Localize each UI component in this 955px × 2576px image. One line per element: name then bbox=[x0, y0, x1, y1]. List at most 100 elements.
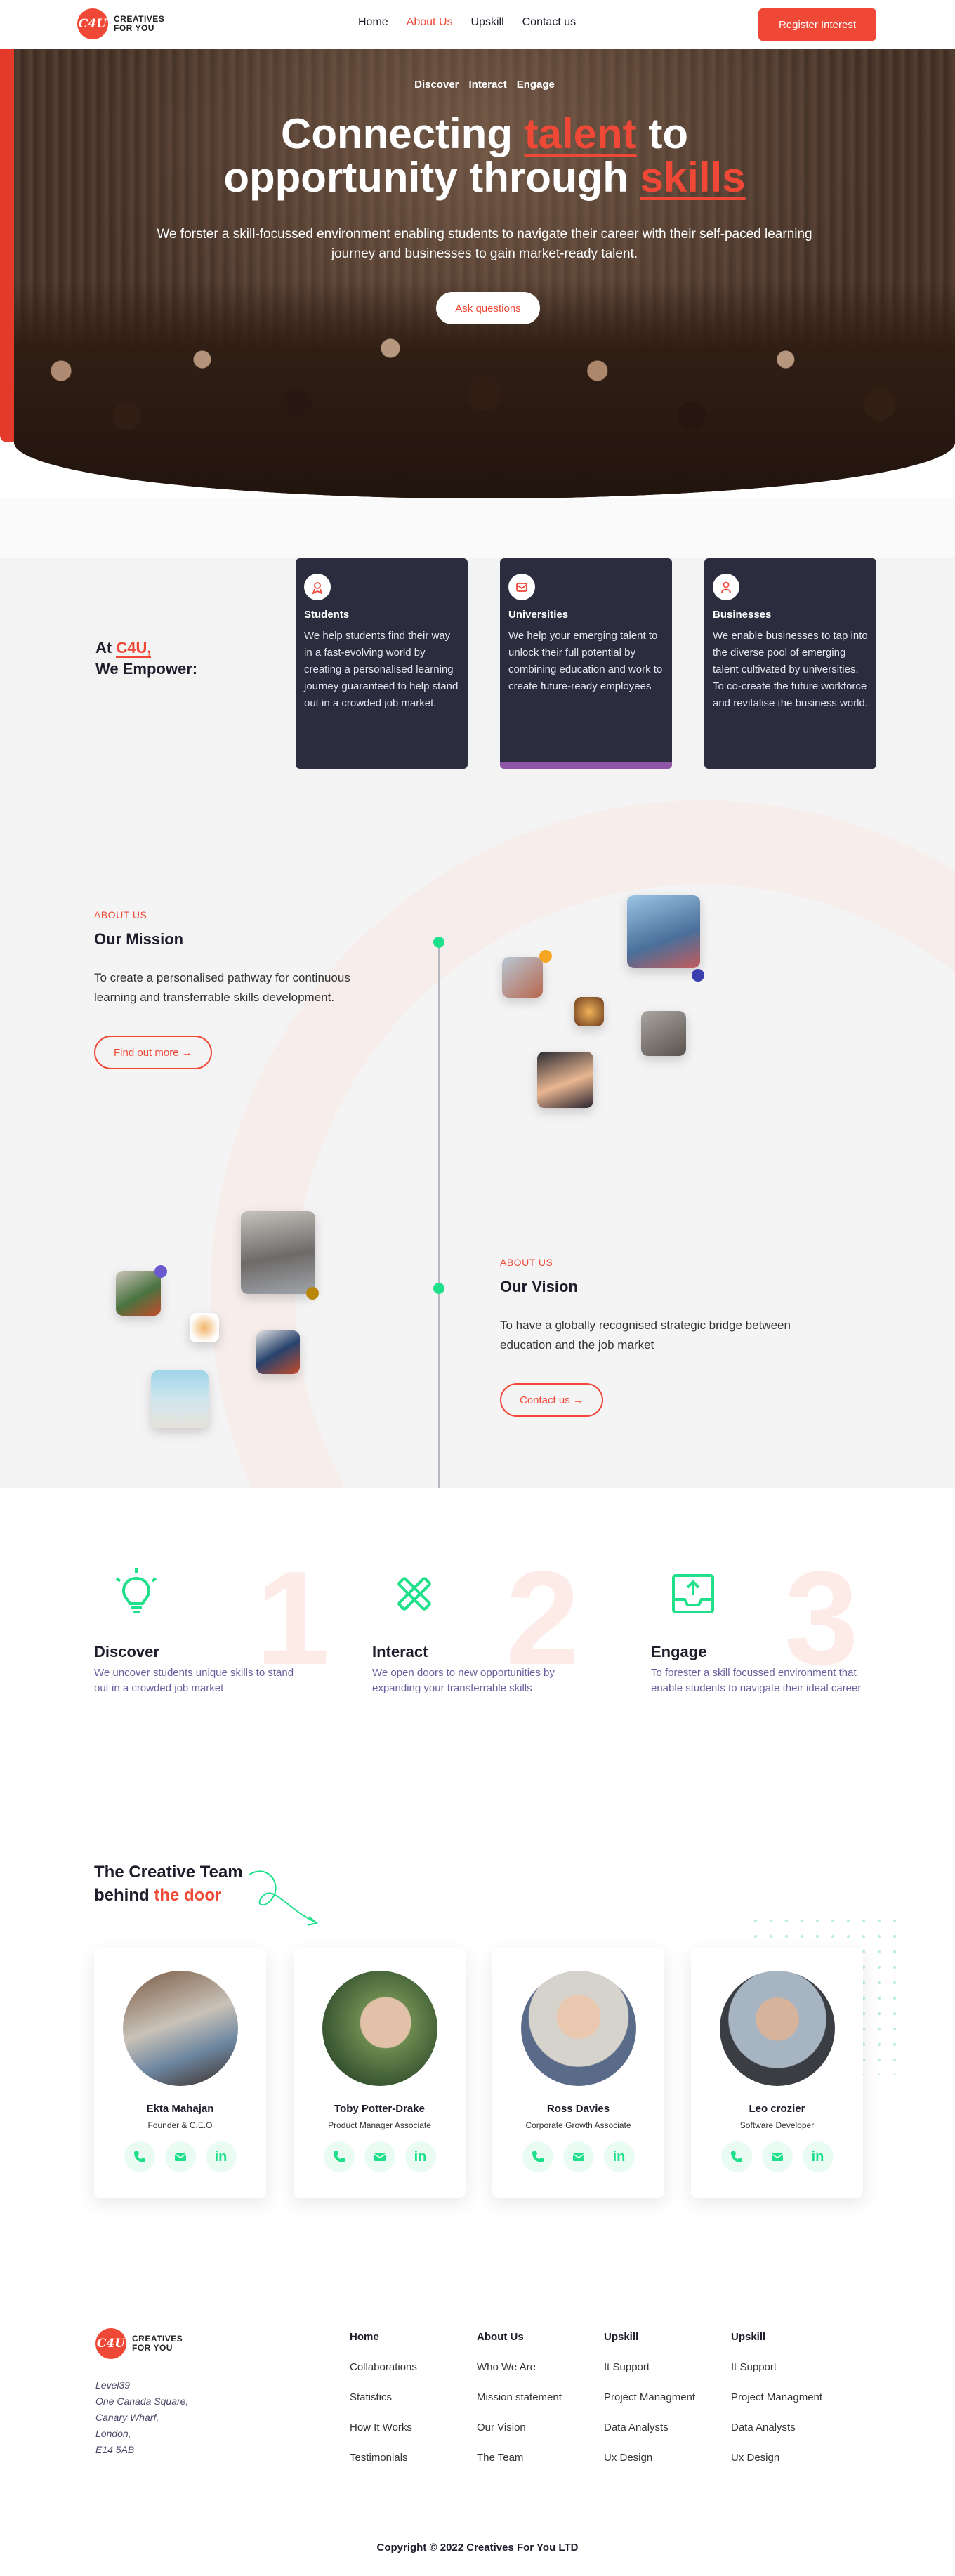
user-icon bbox=[713, 574, 739, 600]
linkedin-icon[interactable]: in bbox=[603, 2141, 635, 2172]
empower-card-text: We help students find their way in a fas… bbox=[304, 630, 459, 709]
page: C4U CREATIVES FOR YOU Home About Us Upsk… bbox=[0, 0, 955, 2576]
hero-highlight-skills: skills bbox=[640, 154, 746, 201]
footer-link[interactable]: Data Analysts bbox=[604, 2422, 695, 2433]
nav-link-contact-us[interactable]: Contact us bbox=[522, 16, 576, 29]
nav-link-home[interactable]: Home bbox=[358, 16, 388, 29]
empower-card-universities[interactable]: Universities We help your emerging talen… bbox=[500, 558, 672, 769]
linkedin-icon[interactable]: in bbox=[205, 2141, 237, 2172]
phone-icon[interactable] bbox=[522, 2141, 553, 2172]
mission-block: ABOUT US Our Mission To create a persona… bbox=[94, 909, 389, 1069]
lights-photo bbox=[574, 997, 604, 1026]
footer-column-home: Home Collaborations Statistics How It Wo… bbox=[350, 2331, 417, 2464]
footer-link[interactable]: It Support bbox=[731, 2361, 822, 2373]
footer-link[interactable]: Mission statement bbox=[477, 2391, 562, 2403]
hero-title: Connecting talent to opportunity through… bbox=[223, 110, 746, 201]
squiggle-arrow-icon bbox=[249, 1870, 319, 1926]
hero-tag-discover: Discover bbox=[414, 79, 459, 91]
nav-link-upskill[interactable]: Upskill bbox=[471, 16, 504, 29]
mail-icon[interactable] bbox=[761, 2141, 793, 2172]
mail-icon[interactable] bbox=[364, 2141, 395, 2172]
step-title: Engage bbox=[651, 1643, 707, 1660]
logo[interactable]: C4U CREATIVES FOR YOU bbox=[77, 8, 164, 39]
step-text: To forester a skill focussed environment… bbox=[651, 1667, 862, 1694]
hero-highlight-talent: talent bbox=[524, 110, 637, 157]
vision-text: To have a globally recognised strategic … bbox=[500, 1319, 791, 1352]
friends-photo bbox=[502, 957, 543, 998]
footer-link[interactable]: Collaborations bbox=[350, 2361, 417, 2373]
tools-icon bbox=[386, 1566, 442, 1622]
ask-questions-button[interactable]: Ask questions bbox=[436, 292, 540, 324]
footer-link[interactable]: Ux Design bbox=[731, 2452, 822, 2464]
steps-section: 1 Discover We uncover students unique sk… bbox=[0, 1488, 955, 1769]
nav-links: Home About Us Upskill Contact us bbox=[358, 16, 576, 29]
team-member-name: Leo crozier bbox=[749, 2103, 805, 2115]
empower-card-title: Businesses bbox=[713, 609, 772, 621]
coffee-photo bbox=[190, 1313, 219, 1342]
step-title: Interact bbox=[372, 1643, 428, 1660]
footer-link[interactable]: Who We Are bbox=[477, 2361, 562, 2373]
hero-tag-engage: Engage bbox=[516, 79, 555, 91]
hero-tags: Discover Interact Engage bbox=[14, 79, 955, 91]
vision-eyebrow: ABOUT US bbox=[500, 1257, 553, 1268]
team-card: Leo crozier Software Developer in bbox=[691, 1948, 863, 2198]
footer-link[interactable]: It Support bbox=[604, 2361, 695, 2373]
linkedin-icon[interactable]: in bbox=[404, 2141, 436, 2172]
footer-column-upskill: Upskill It Support Project Managment Dat… bbox=[604, 2331, 695, 2464]
timeline-line bbox=[438, 942, 440, 1488]
footer-link[interactable]: Statistics bbox=[350, 2391, 417, 2403]
footer-logo[interactable]: C4U CREATIVES FOR YOU bbox=[96, 2328, 183, 2359]
contact-us-button[interactable]: Contact us → bbox=[500, 1383, 603, 1417]
mission-eyebrow: ABOUT US bbox=[94, 909, 147, 920]
find-out-more-button[interactable]: Find out more → bbox=[94, 1036, 212, 1069]
footer-link[interactable]: The Team bbox=[477, 2452, 562, 2464]
timeline-dot bbox=[433, 1283, 444, 1294]
mail-icon bbox=[508, 574, 535, 600]
mission-text: To create a personalised pathway for con… bbox=[94, 971, 350, 1004]
empower-card-businesses[interactable]: Businesses We enable businesses to tap i… bbox=[704, 558, 876, 769]
footer-column-title: Upskill bbox=[604, 2331, 639, 2343]
top-nav: C4U CREATIVES FOR YOU Home About Us Upsk… bbox=[0, 0, 955, 49]
step-text: We open doors to new opportunities by ex… bbox=[372, 1667, 555, 1694]
phone-icon[interactable] bbox=[124, 2141, 155, 2172]
empower-card-title: Students bbox=[304, 609, 350, 621]
step-engage: 3 Engage To forester a skill focussed en… bbox=[651, 1552, 862, 1696]
team-member-name: Ekta Mahajan bbox=[146, 2103, 214, 2115]
footer-link[interactable]: Ux Design bbox=[604, 2452, 695, 2464]
bridge-photo bbox=[241, 1211, 315, 1294]
timeline-dot bbox=[433, 937, 444, 948]
footer-column-title: About Us bbox=[477, 2331, 524, 2343]
mail-icon[interactable] bbox=[562, 2141, 594, 2172]
linkedin-icon[interactable]: in bbox=[802, 2141, 834, 2172]
phone-icon[interactable] bbox=[720, 2141, 752, 2172]
hero-tag-interact: Interact bbox=[468, 79, 507, 91]
graduate-photo bbox=[537, 1052, 593, 1108]
empower-card-title: Universities bbox=[508, 609, 569, 621]
footer-column-title: Upskill bbox=[731, 2331, 766, 2343]
students-photo bbox=[116, 1271, 161, 1316]
phone-icon[interactable] bbox=[323, 2141, 355, 2172]
empower-card-students[interactable]: Students We help students find their way… bbox=[296, 558, 468, 769]
group-photo bbox=[627, 895, 700, 968]
vision-title: Our Vision bbox=[500, 1278, 578, 1295]
empower-title: At C4U, We Empower: bbox=[96, 639, 198, 678]
team-title: The Creative Team behind the door bbox=[94, 1863, 243, 1905]
team-card: Ross Davies Corporate Growth Associate i… bbox=[492, 1948, 664, 2198]
footer: C4U CREATIVES FOR YOU Level39 One Canada… bbox=[0, 2310, 955, 2576]
nav-link-about-us[interactable]: About Us bbox=[407, 16, 453, 29]
footer-link[interactable]: Project Managment bbox=[731, 2391, 822, 2403]
register-interest-button[interactable]: Register Interest bbox=[758, 8, 876, 41]
team-member-role: Corporate Growth Associate bbox=[525, 2120, 631, 2130]
laptop-photo bbox=[256, 1330, 300, 1374]
empower-section: At C4U, We Empower: Students We help stu… bbox=[0, 498, 955, 793]
footer-link[interactable]: Testimonials bbox=[350, 2452, 417, 2464]
footer-link[interactable]: How It Works bbox=[350, 2422, 417, 2433]
footer-link[interactable]: Project Managment bbox=[604, 2391, 695, 2403]
avatar bbox=[719, 1971, 835, 2086]
mail-icon[interactable] bbox=[164, 2141, 196, 2172]
footer-link[interactable]: Our Vision bbox=[477, 2422, 562, 2433]
logo-badge: C4U bbox=[96, 2328, 126, 2359]
step-interact: 2 Interact We open doors to new opportun… bbox=[372, 1552, 583, 1696]
team-member-name: Toby Potter-Drake bbox=[334, 2103, 425, 2115]
footer-link[interactable]: Data Analysts bbox=[731, 2422, 822, 2433]
